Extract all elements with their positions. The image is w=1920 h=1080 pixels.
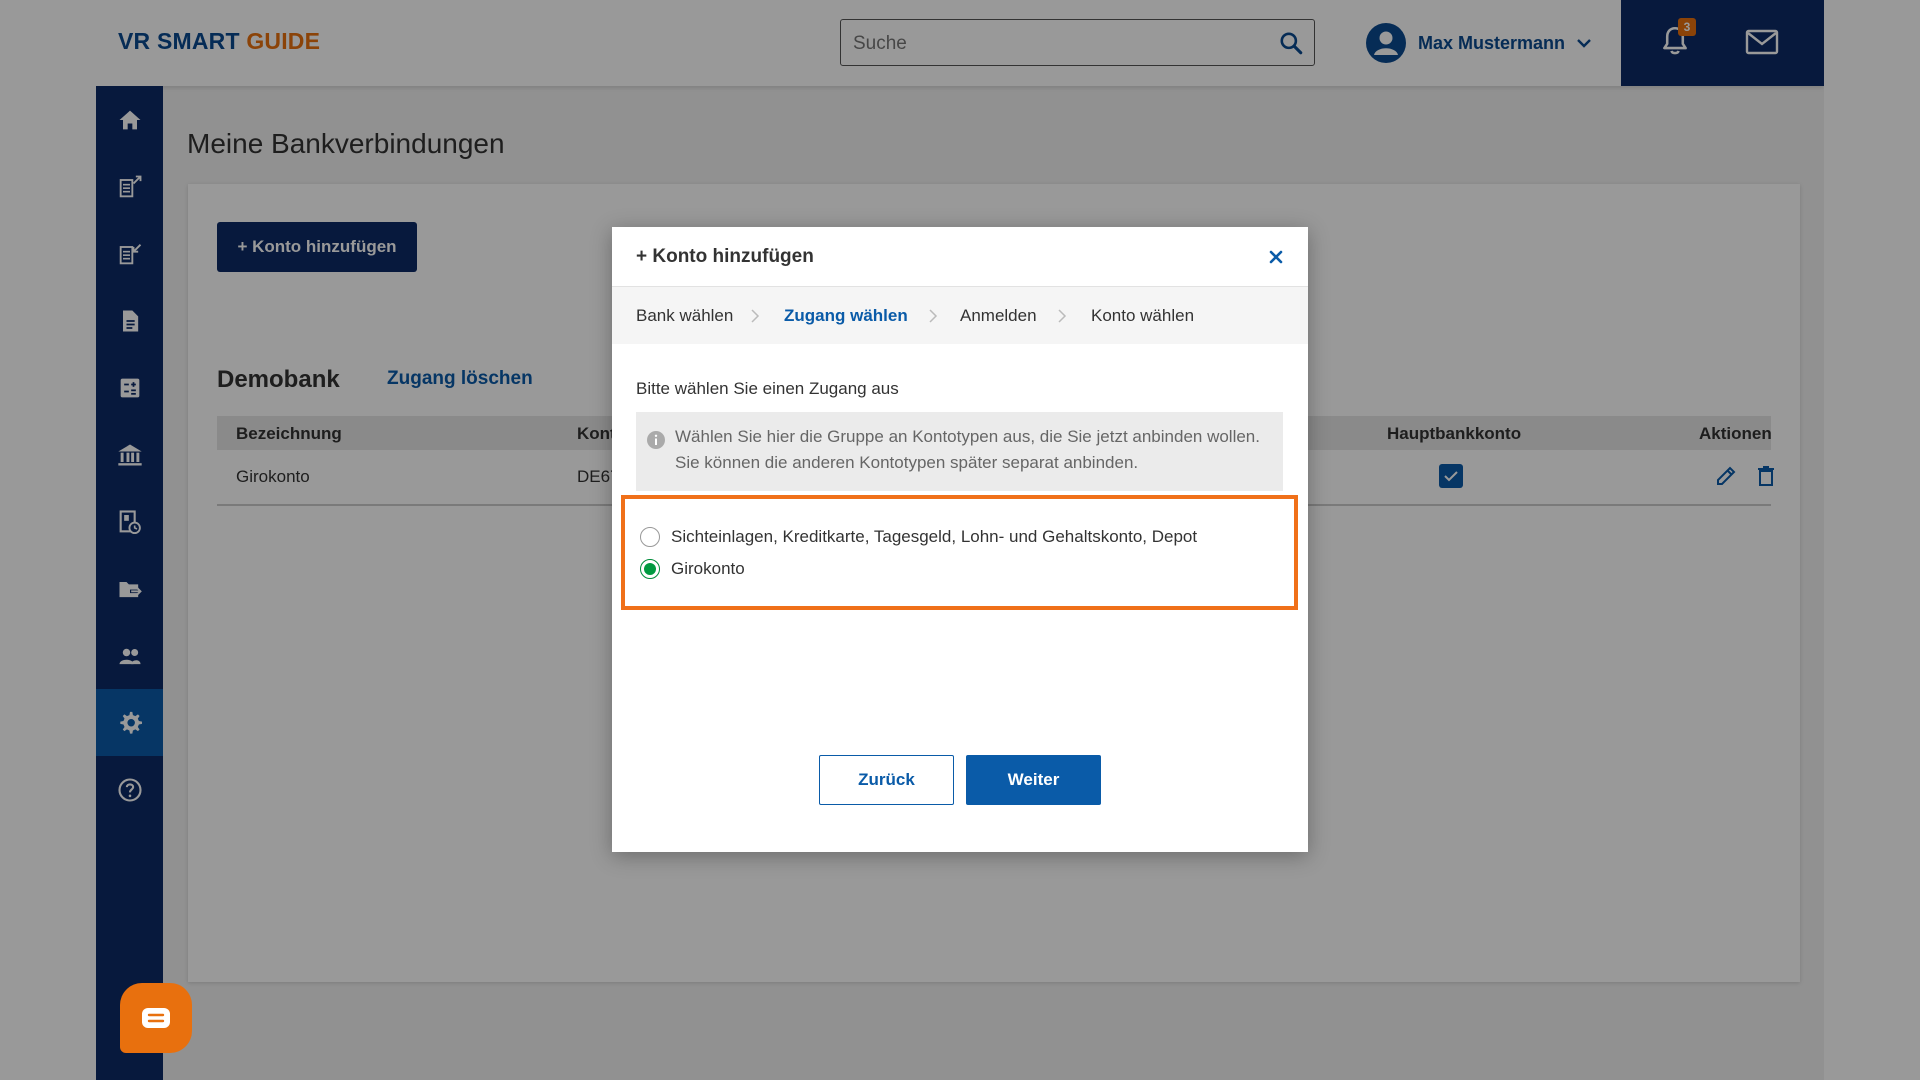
chevron-right-icon — [929, 309, 938, 323]
info-text: Wählen Sie hier die Gruppe an Kontotypen… — [675, 427, 1260, 472]
radio-button[interactable] — [640, 527, 660, 547]
option-girokonto[interactable]: Girokonto — [640, 559, 745, 579]
close-icon[interactable] — [1264, 245, 1288, 269]
chevron-right-icon — [1058, 309, 1067, 323]
step-access[interactable]: Zugang wählen — [784, 306, 908, 326]
add-account-dialog: + Konto hinzufügen Bank wählen Zugang wä… — [612, 227, 1308, 852]
step-login[interactable]: Anmelden — [960, 306, 1037, 326]
info-box: Wählen Sie hier die Gruppe an Kontotypen… — [636, 412, 1283, 491]
back-button[interactable]: Zurück — [819, 755, 954, 805]
chat-icon — [142, 1008, 170, 1028]
highlight-frame — [621, 495, 1298, 610]
next-button[interactable]: Weiter — [966, 755, 1101, 805]
radio-button-selected[interactable] — [640, 559, 660, 579]
option-sichteinlagen[interactable]: Sichteinlagen, Kreditkarte, Tagesgeld, L… — [640, 527, 1197, 547]
step-bank[interactable]: Bank wählen — [636, 306, 733, 326]
option-label: Girokonto — [671, 559, 745, 578]
dialog-title: + Konto hinzufügen — [636, 246, 814, 267]
chat-button[interactable] — [120, 983, 192, 1053]
option-label: Sichteinlagen, Kreditkarte, Tagesgeld, L… — [671, 527, 1198, 546]
step-account[interactable]: Konto wählen — [1091, 306, 1194, 326]
wizard-steps: Bank wählen Zugang wählen Anmelden Konto… — [612, 286, 1308, 344]
access-prompt: Bitte wählen Sie einen Zugang aus — [636, 379, 899, 398]
info-icon — [647, 431, 665, 449]
chevron-right-icon — [751, 309, 760, 323]
